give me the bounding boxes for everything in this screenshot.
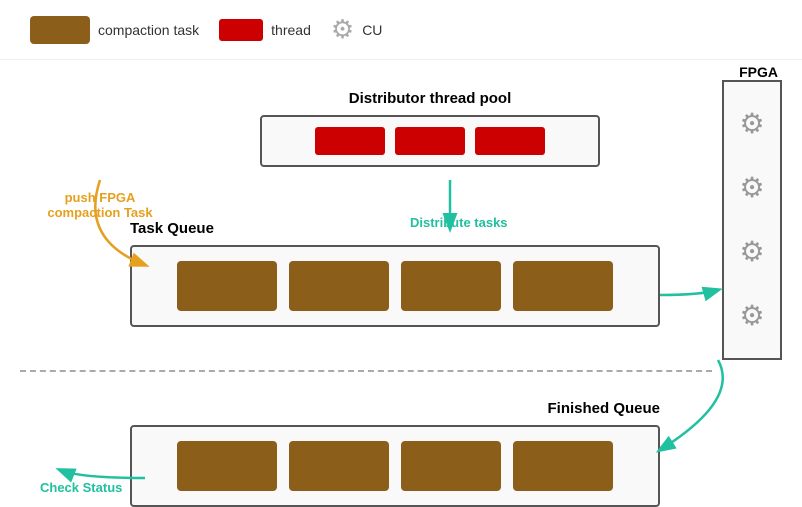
legend-compaction: compaction task [30, 16, 199, 44]
thread-color-swatch [219, 19, 263, 41]
compaction-label: compaction task [98, 22, 199, 38]
thread-pool-section: Distributor thread pool [260, 90, 600, 167]
legend: compaction task thread ⚙ CU [0, 0, 802, 60]
task-queue-box [130, 245, 660, 327]
finished-queue-label: Finished Queue [130, 400, 660, 417]
task-block-4 [513, 261, 613, 311]
finished-queue-section: Finished Queue [130, 400, 660, 507]
thread-pool-box [260, 115, 600, 167]
task-block-2 [289, 261, 389, 311]
compaction-color-swatch [30, 16, 90, 44]
finished-block-4 [513, 441, 613, 491]
thread-block-3 [475, 127, 545, 155]
check-status-label: Check Status [40, 480, 122, 495]
thread-pool-label: Distributor thread pool [260, 90, 600, 107]
distribute-tasks-label: Distribute tasks [410, 215, 508, 230]
task-block-1 [177, 261, 277, 311]
separator-line [20, 370, 712, 372]
fpga-gear-3: ⚙ [739, 238, 764, 266]
legend-cu: ⚙ CU [331, 14, 383, 45]
fpga-gear-4: ⚙ [739, 302, 764, 330]
task-block-3 [401, 261, 501, 311]
fpga-label: FPGA [739, 64, 778, 80]
finished-block-1 [177, 441, 277, 491]
thread-block-1 [315, 127, 385, 155]
fpga-gear-1: ⚙ [739, 110, 764, 138]
cu-label: CU [362, 22, 382, 38]
task-queue-section: Task Queue [130, 220, 660, 327]
diagram: ⚙ ⚙ ⚙ ⚙ FPGA Distributor thread pool Tas… [0, 60, 802, 490]
fpga-gear-2: ⚙ [739, 174, 764, 202]
legend-thread: thread [219, 19, 311, 41]
push-fpga-label: push FPGA compaction Task [30, 190, 170, 220]
finished-block-2 [289, 441, 389, 491]
finished-queue-box [130, 425, 660, 507]
thread-block-2 [395, 127, 465, 155]
gear-icon: ⚙ [331, 14, 354, 45]
finished-block-3 [401, 441, 501, 491]
task-queue-label: Task Queue [130, 220, 660, 237]
fpga-box: ⚙ ⚙ ⚙ ⚙ [722, 80, 782, 360]
thread-label: thread [271, 22, 311, 38]
